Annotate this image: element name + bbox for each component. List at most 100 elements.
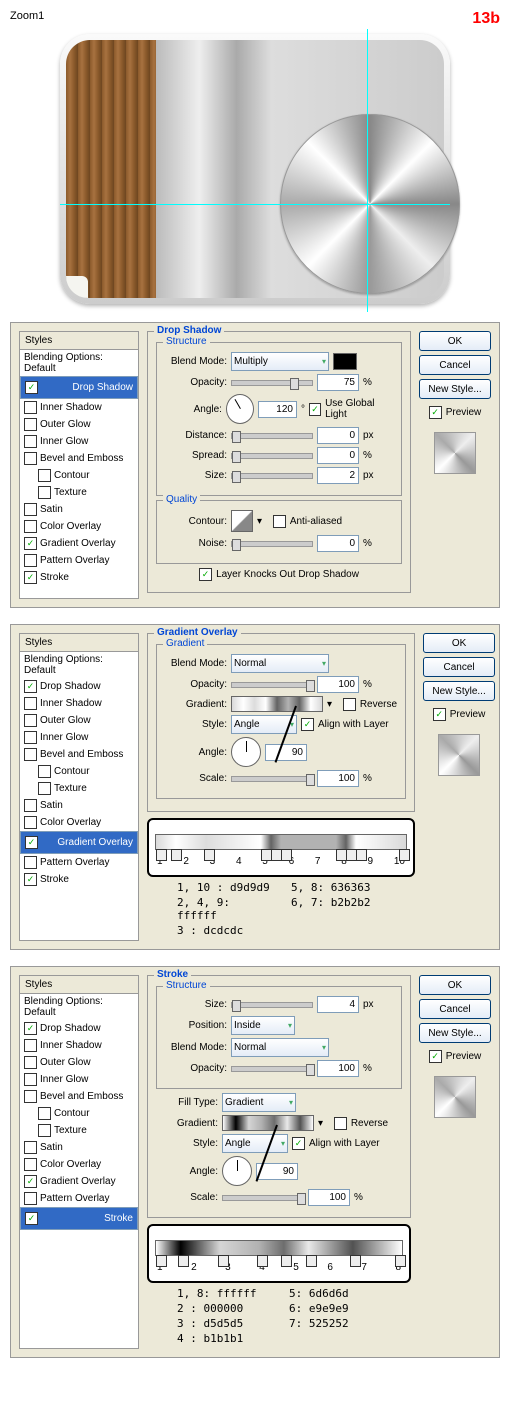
blending-options[interactable]: Blending Options: Default (20, 994, 138, 1020)
checkbox-icon[interactable] (24, 503, 37, 516)
style-color-overlay[interactable]: Color Overlay (20, 1156, 138, 1173)
checkbox-icon[interactable] (24, 418, 37, 431)
size-input[interactable]: 4 (317, 996, 359, 1013)
blending-options[interactable]: Blending Options: Default (20, 652, 138, 678)
blendmode-select[interactable]: Multiply▾ (231, 352, 329, 371)
blendmode-select[interactable]: Normal▾ (231, 654, 329, 673)
checkbox-icon[interactable] (24, 748, 37, 761)
checkbox-icon[interactable] (38, 765, 51, 778)
style-satin[interactable]: Satin (20, 797, 138, 814)
style-inner-glow[interactable]: Inner Glow (20, 433, 138, 450)
distance-input[interactable]: 0 (317, 427, 359, 444)
opacity-slider[interactable] (231, 380, 313, 386)
checkbox-icon[interactable] (25, 836, 38, 849)
checkbox-icon[interactable] (24, 571, 37, 584)
opacity-input[interactable]: 75 (317, 374, 359, 391)
chevron-down-icon[interactable]: ▾ (327, 699, 332, 710)
style-outer-glow[interactable]: Outer Glow (20, 712, 138, 729)
style-bevel[interactable]: Bevel and Emboss (20, 1088, 138, 1105)
checkbox-icon[interactable] (24, 680, 37, 693)
checkbox-icon[interactable] (24, 1039, 37, 1052)
cancel-button[interactable]: Cancel (423, 657, 495, 677)
cancel-button[interactable]: Cancel (419, 999, 491, 1019)
checkbox-icon[interactable] (25, 381, 38, 394)
style-drop-shadow[interactable]: Drop Shadow (20, 678, 138, 695)
gradient-strip[interactable] (155, 1240, 403, 1256)
filltype-select[interactable]: Gradient▾ (222, 1093, 296, 1112)
size-slider[interactable] (231, 473, 313, 479)
checkbox-icon[interactable] (38, 469, 51, 482)
ok-button[interactable]: OK (419, 331, 491, 351)
chevron-down-icon[interactable]: ▾ (257, 516, 262, 527)
style-outer-glow[interactable]: Outer Glow (20, 1054, 138, 1071)
antialias-checkbox[interactable] (273, 515, 286, 528)
scale-slider[interactable] (222, 1195, 304, 1201)
angle-dial[interactable] (231, 737, 261, 767)
style-bevel[interactable]: Bevel and Emboss (20, 746, 138, 763)
ok-button[interactable]: OK (423, 633, 495, 653)
reverse-checkbox[interactable] (334, 1117, 347, 1130)
color-swatch[interactable] (333, 353, 357, 370)
style-select[interactable]: Angle▾ (222, 1134, 288, 1153)
new-style-button[interactable]: New Style... (419, 379, 491, 399)
checkbox-icon[interactable] (24, 816, 37, 829)
align-checkbox[interactable] (301, 718, 314, 731)
scale-slider[interactable] (231, 776, 313, 782)
style-contour[interactable]: Contour (20, 763, 138, 780)
spread-input[interactable]: 0 (317, 447, 359, 464)
checkbox-icon[interactable] (38, 486, 51, 499)
scale-input[interactable]: 100 (308, 1189, 350, 1206)
checkbox-icon[interactable] (24, 537, 37, 550)
chevron-down-icon[interactable]: ▾ (318, 1118, 323, 1129)
style-stroke[interactable]: Stroke (20, 1207, 138, 1230)
knockout-checkbox[interactable] (199, 568, 212, 581)
style-drop-shadow[interactable]: Drop Shadow (20, 376, 138, 399)
color-stop[interactable] (356, 849, 367, 861)
checkbox-icon[interactable] (24, 452, 37, 465)
distance-slider[interactable] (231, 433, 313, 439)
ok-button[interactable]: OK (419, 975, 491, 995)
checkbox-icon[interactable] (24, 1022, 37, 1035)
checkbox-icon[interactable] (24, 697, 37, 710)
position-select[interactable]: Inside▾ (231, 1016, 295, 1035)
style-satin[interactable]: Satin (20, 501, 138, 518)
style-color-overlay[interactable]: Color Overlay (20, 518, 138, 535)
gradient-strip[interactable] (155, 834, 407, 850)
style-inner-shadow[interactable]: Inner Shadow (20, 1037, 138, 1054)
style-pattern-overlay[interactable]: Pattern Overlay (20, 1190, 138, 1207)
checkbox-icon[interactable] (24, 714, 37, 727)
color-stop[interactable] (171, 849, 182, 861)
style-texture[interactable]: Texture (20, 484, 138, 501)
reverse-checkbox[interactable] (343, 698, 356, 711)
opacity-input[interactable]: 100 (317, 1060, 359, 1077)
opacity-slider[interactable] (231, 1066, 313, 1072)
checkbox-icon[interactable] (24, 1090, 37, 1103)
style-contour[interactable]: Contour (20, 467, 138, 484)
blendmode-select[interactable]: Normal▾ (231, 1038, 329, 1057)
color-stop[interactable] (281, 849, 292, 861)
size-slider[interactable] (231, 1002, 313, 1008)
style-texture[interactable]: Texture (20, 780, 138, 797)
style-stroke[interactable]: Stroke (20, 569, 138, 586)
style-outer-glow[interactable]: Outer Glow (20, 416, 138, 433)
style-contour[interactable]: Contour (20, 1105, 138, 1122)
cancel-button[interactable]: Cancel (419, 355, 491, 375)
noise-input[interactable]: 0 (317, 535, 359, 552)
noise-slider[interactable] (231, 541, 313, 547)
checkbox-icon[interactable] (24, 1192, 37, 1205)
color-stop[interactable] (350, 1255, 361, 1267)
preview-checkbox[interactable] (429, 1050, 442, 1063)
style-select[interactable]: Angle▾ (231, 715, 297, 734)
opacity-input[interactable]: 100 (317, 676, 359, 693)
color-stop[interactable] (218, 1255, 229, 1267)
checkbox-icon[interactable] (24, 799, 37, 812)
checkbox-icon[interactable] (24, 856, 37, 869)
angle-dial[interactable] (222, 1156, 252, 1186)
checkbox-icon[interactable] (24, 435, 37, 448)
angle-dial[interactable] (226, 394, 254, 424)
checkbox-icon[interactable] (24, 1175, 37, 1188)
spread-slider[interactable] (231, 453, 313, 459)
style-drop-shadow[interactable]: Drop Shadow (20, 1020, 138, 1037)
checkbox-icon[interactable] (24, 401, 37, 414)
style-color-overlay[interactable]: Color Overlay (20, 814, 138, 831)
